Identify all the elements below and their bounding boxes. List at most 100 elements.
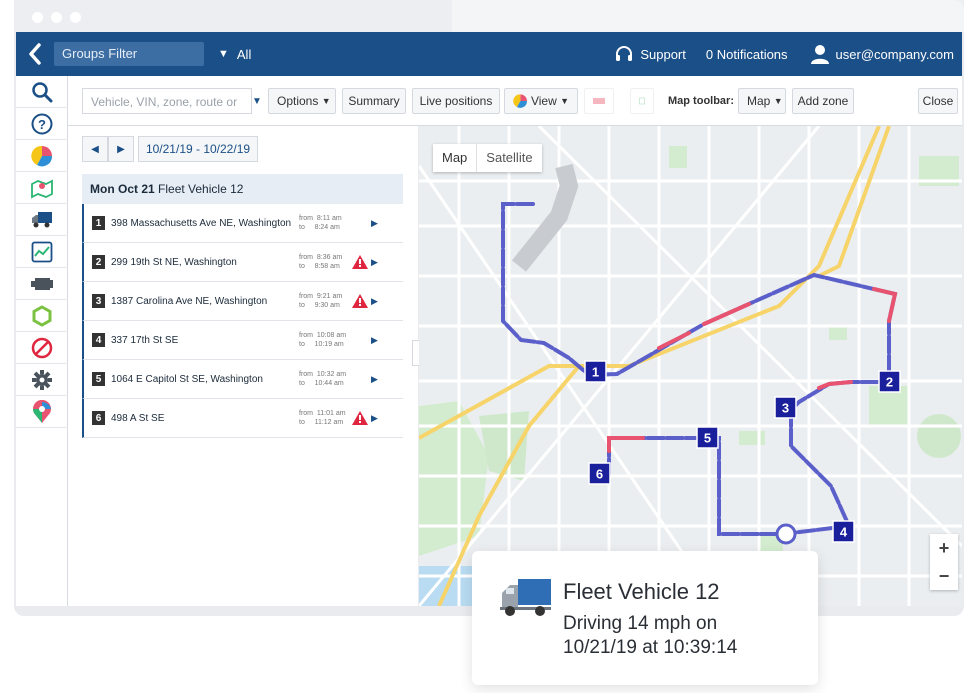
sidebar-item-activity[interactable] [16,236,68,268]
sidebar-item-zones[interactable] [16,300,68,332]
map-type-label: Map [747,94,771,108]
date-range-picker[interactable]: 10/21/19 - 10/22/19 [138,136,258,162]
previous-date-button[interactable]: ◀ [82,136,108,162]
sidebar-item-search[interactable] [16,76,68,108]
view-label: View [530,94,557,108]
from-label: from [299,332,313,339]
stop-marker-label: 5 [704,431,711,446]
back-button[interactable] [16,32,54,76]
vehicle-name: Fleet Vehicle 12 [158,182,244,196]
view-button[interactable]: View ▼ [504,88,578,114]
map-type-dropdown[interactable]: Map ▼ [738,88,786,114]
to-label: to [299,263,305,270]
stop-address: 1064 E Capitol St SE, Washington [111,373,263,385]
next-date-button[interactable]: ▶ [108,136,134,162]
play-route-icon[interactable]: ▶ [371,374,383,385]
play-route-icon[interactable]: ▶ [371,413,383,424]
stop-marker-label: 2 [886,375,893,390]
map-icon [31,179,53,198]
card-timestamp-line: 10/21/19 at 10:39:14 [563,637,738,658]
stop-marker-label: 3 [782,401,789,416]
map-type-satellite-button[interactable]: Satellite [476,144,541,172]
add-zone-button[interactable]: Add zone [792,88,854,114]
warning-slot [349,215,371,231]
vehicle-info-card: Fleet Vehicle 12 Driving 14 mph on 10/21… [472,551,818,685]
stop-row[interactable]: 1 398 Massachusetts Ave NE, Washington fro… [82,204,403,243]
stop-row[interactable]: 6 498 A St SE from 11:01 am to 11:12 am ▶ [82,399,403,438]
options-button[interactable]: Options ▼ [268,88,336,114]
options-label: Options [277,94,319,108]
sidebar-item-exceptions[interactable] [16,332,68,364]
maximize-window-dot[interactable] [70,12,81,23]
stop-row[interactable]: 5 1064 E Capitol St SE, Washington from 10… [82,360,403,399]
sidebar-item-reports[interactable] [16,140,68,172]
truck-icon [32,211,52,227]
groups-filter-input[interactable]: Groups Filter [54,42,204,66]
to-label: to [299,419,305,426]
sidebar-item-settings[interactable] [16,364,68,396]
stop-marker-3[interactable]: 3 [774,396,797,419]
support-link[interactable]: Support [614,44,686,64]
stop-address: 1387 Carolina Ave NE, Washington [111,295,268,307]
to-label: to [299,224,305,231]
triangle-right-icon: ▶ [117,143,125,155]
window-controls [32,12,81,23]
map-view[interactable]: 1 2 3 4 5 6 Map Satellite + − [419,126,962,606]
sidebar-item-help[interactable]: ? [16,108,68,140]
stop-number: 4 [92,333,105,347]
stop-marker-5[interactable]: 5 [696,426,719,449]
play-route-icon[interactable]: ▶ [371,257,383,268]
stop-marker-2[interactable]: 2 [878,370,901,393]
engine-icon [31,277,53,290]
sidebar-item-engine[interactable] [16,268,68,300]
pdf-icon [593,98,605,104]
search-input[interactable]: Vehicle, VIN, zone, route or [82,88,252,114]
groups-value[interactable]: All [237,47,251,62]
stop-address: 337 17th St SE [111,334,179,346]
export-excel-button[interactable] [630,88,654,114]
play-route-icon[interactable]: ▶ [371,218,383,229]
stop-marker-label: 1 [592,365,599,380]
warning-slot [349,371,371,387]
play-route-icon[interactable]: ▶ [371,335,383,346]
close-button[interactable]: Close [918,88,958,114]
sidebar-item-vehicles[interactable] [16,204,68,236]
groups-caret-icon[interactable]: ▼ [218,48,229,60]
map-canvas[interactable]: 1 2 3 4 5 6 [419,126,962,606]
sidebar-item-map[interactable] [16,172,68,204]
from-label: from [299,410,313,417]
play-route-icon[interactable]: ▶ [371,296,383,307]
stop-marker-1[interactable]: 1 [584,360,607,383]
to-label: to [299,380,305,387]
stop-row[interactable]: 2 299 19th St NE, Washington from 8:36 am t… [82,243,403,282]
live-positions-button[interactable]: Live positions [412,88,500,114]
user-email: user@company.com [835,46,954,62]
search-caret-icon[interactable]: ▼ [252,88,268,114]
to-label: to [299,341,305,348]
warning-slot [349,332,371,348]
warning-icon [352,294,368,308]
sidebar: ? [16,76,68,606]
stop-marker-6[interactable]: 6 [588,462,611,485]
notifications-link[interactable]: 0 Notifications [706,47,788,62]
zoom-in-button[interactable]: + [939,538,950,559]
minimize-window-dot[interactable] [51,12,62,23]
stop-row[interactable]: 3 1387 Carolina Ave NE, Washington from 9:… [82,282,403,321]
map-type-map-button[interactable]: Map [433,144,476,172]
zoom-control: + − [930,534,958,590]
current-vehicle-position-icon[interactable] [775,523,797,545]
stop-number: 2 [92,255,105,269]
export-pdf-button[interactable] [584,88,614,114]
user-menu[interactable]: user@company.com [810,44,954,64]
day-label: Mon Oct 21 [90,182,155,196]
stop-row[interactable]: 4 337 17th St SE from 10:08 am to 10:19 am ▶ [82,321,403,360]
summary-button[interactable]: Summary [342,88,406,114]
stop-times: from 8:11 am to 8:24 am [299,214,349,232]
stop-marker-4[interactable]: 4 [832,520,855,543]
close-window-dot[interactable] [32,12,43,23]
zoom-out-button[interactable]: − [939,566,950,587]
sidebar-item-marketplace[interactable] [16,396,68,428]
from-time: 10:32 am [316,371,347,378]
support-label: Support [640,46,686,62]
headset-icon [616,46,633,61]
